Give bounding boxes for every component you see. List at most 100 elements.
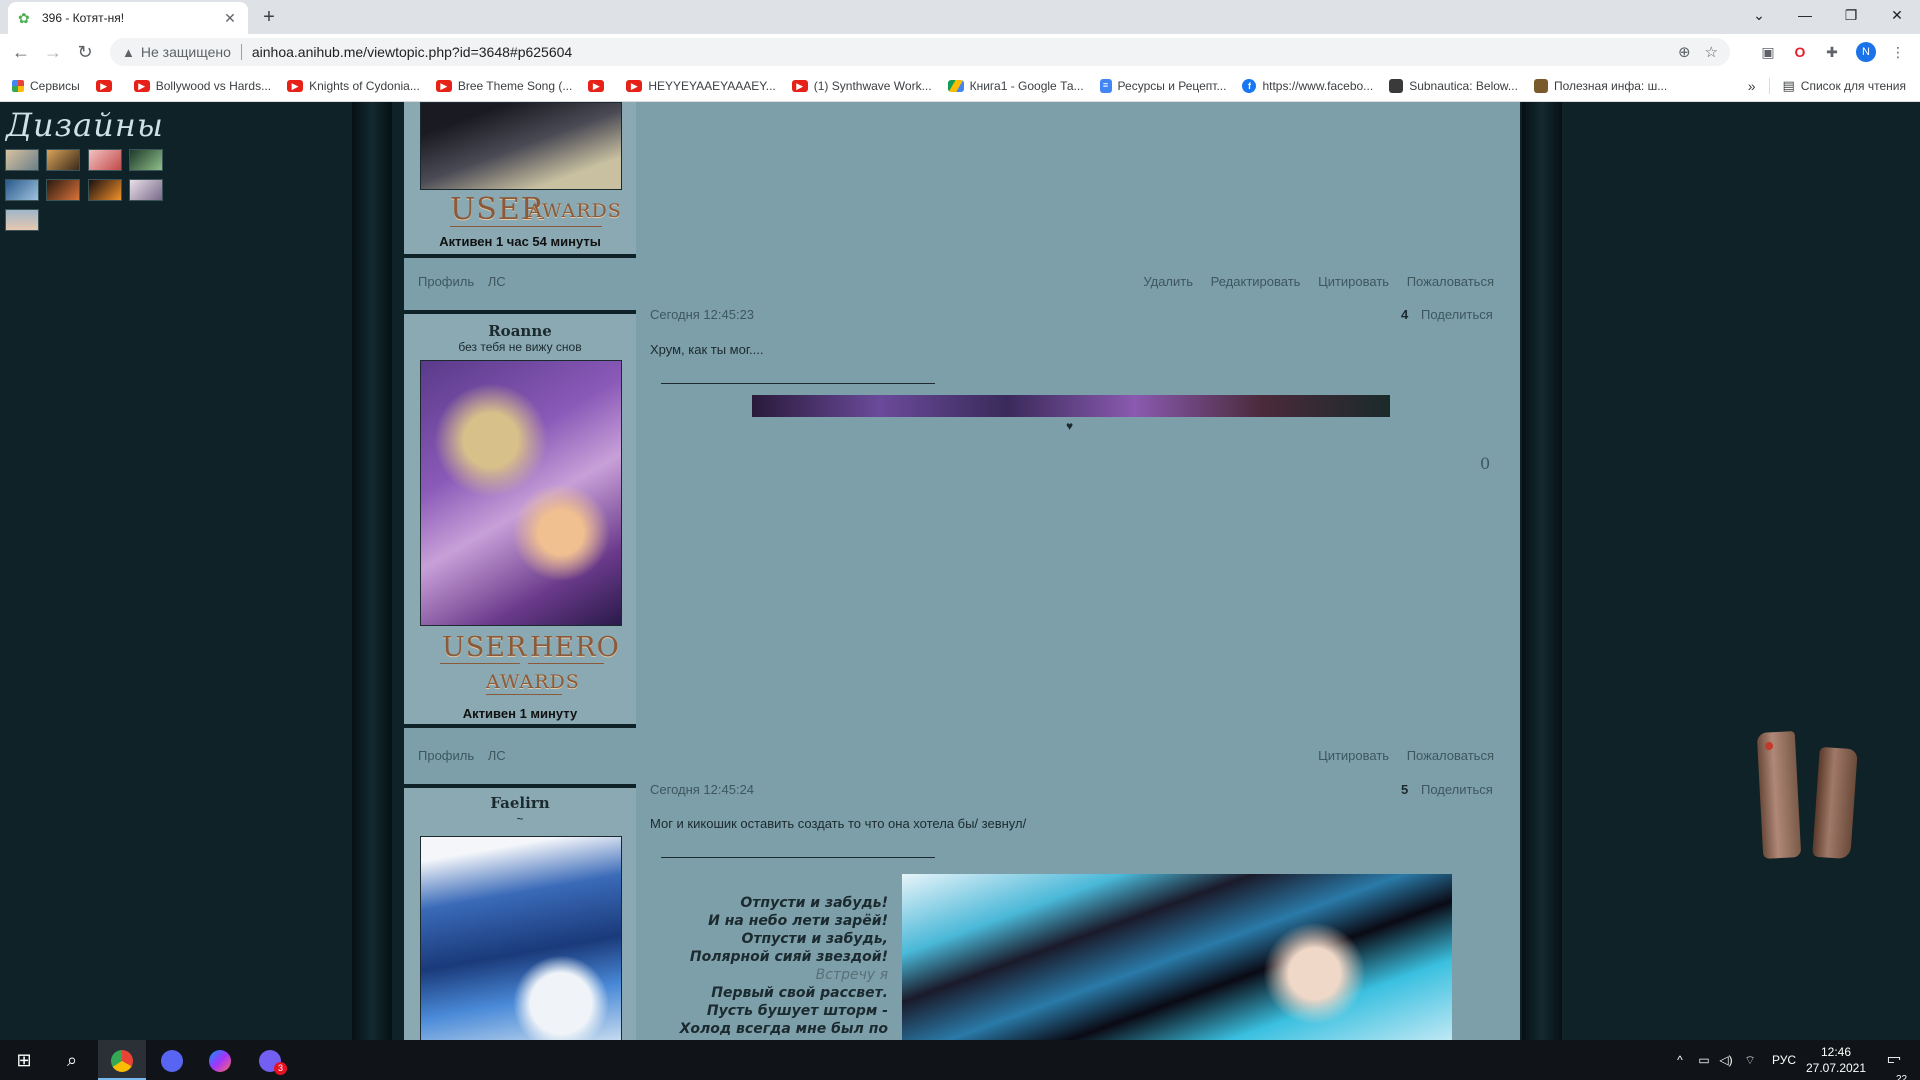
bookmark-item[interactable]: Сервисы — [12, 79, 80, 93]
bookmark-item[interactable]: ▶ — [95, 79, 118, 92]
signature-divider — [661, 857, 935, 858]
post-number[interactable]: 5 — [1401, 782, 1408, 797]
security-label[interactable]: Не защищено — [141, 44, 231, 60]
design-thumbnail[interactable] — [5, 209, 39, 231]
tab-close-icon[interactable]: ✕ — [222, 10, 238, 27]
viber-icon[interactable]: 3 — [246, 1040, 294, 1080]
bookmarks-more-icon[interactable]: » — [1748, 78, 1756, 94]
bookmark-item[interactable]: f https://www.facebo... — [1242, 78, 1373, 93]
network-icon[interactable]: ▭ — [1694, 1040, 1714, 1080]
design-thumbnail[interactable] — [5, 179, 39, 201]
bookmarks-right: » ▤ Список для чтения — [1748, 70, 1906, 102]
post-text: Хрум, как ты мог.... — [650, 342, 764, 357]
volume-icon[interactable]: ◁) — [1716, 1040, 1736, 1080]
chrome-icon[interactable] — [98, 1040, 146, 1080]
zoom-icon[interactable]: ⊕ — [1678, 43, 1691, 61]
design-thumbnail[interactable] — [5, 149, 39, 171]
award-hero[interactable]: HERO — [530, 632, 620, 663]
active-status: Активен 1 час 54 минуты — [439, 234, 601, 249]
new-tab-button[interactable]: + — [258, 6, 280, 28]
user-avatar[interactable] — [420, 360, 622, 626]
decorative-board[interactable] — [1756, 731, 1802, 859]
facebook-icon: f — [1242, 78, 1257, 93]
tab-search-icon[interactable]: ⌄ — [1736, 0, 1782, 34]
reload-icon[interactable]: ↻ — [72, 39, 98, 65]
profile-link[interactable]: Профиль — [418, 274, 474, 289]
bookmark-item[interactable]: ▶ Bollywood vs Hards... — [133, 79, 271, 93]
share-link[interactable]: Поделиться — [1421, 307, 1493, 322]
post-number[interactable]: 4 — [1401, 307, 1408, 322]
address-bar[interactable]: ▲ Не защищено ainhoa.anihub.me/viewtopic… — [110, 38, 1730, 66]
bookmark-item[interactable]: Subnautica: Below... — [1389, 78, 1518, 93]
design-thumbnail[interactable] — [129, 179, 163, 201]
bookmark-item[interactable]: ▶ — [588, 79, 610, 92]
bookmark-star-icon[interactable]: ☆ — [1705, 43, 1718, 61]
reading-list-icon[interactable]: ▤ — [1782, 78, 1794, 94]
bookmark-item[interactable]: ▶ HEYYEYAAEYAAAEY... — [626, 79, 776, 93]
extension-icon[interactable]: ▣ — [1758, 42, 1778, 62]
design-thumbnail[interactable] — [46, 179, 80, 201]
puzzle-icon[interactable]: ✚ — [1822, 42, 1842, 62]
browser-tab[interactable]: ✿ 396 - Котят-ня! ✕ — [8, 2, 248, 34]
clock-time: 12:46 — [1820, 1045, 1852, 1059]
restore-icon[interactable]: ❐ — [1828, 0, 1874, 34]
window-close-icon[interactable]: ✕ — [1874, 0, 1920, 34]
wifi-icon[interactable]: ⌔ — [1740, 1040, 1760, 1080]
quote-link[interactable]: Цитировать — [1318, 748, 1389, 763]
profile-link[interactable]: Профиль — [418, 748, 474, 763]
design-thumbnail[interactable] — [88, 149, 122, 171]
drive-icon — [947, 79, 964, 92]
apps-icon — [12, 79, 24, 92]
minimize-icon[interactable]: — — [1782, 0, 1828, 34]
opera-vpn-icon[interactable]: O — [1790, 42, 1810, 62]
site-favicon-icon: ✿ — [18, 10, 30, 26]
report-link[interactable]: Пожаловаться — [1407, 748, 1494, 763]
url-text[interactable]: ainhoa.anihub.me/viewtopic.php?id=3648#p… — [252, 44, 1664, 60]
search-icon[interactable]: ⌕ — [48, 1040, 96, 1080]
bookmark-item[interactable]: Полезная инфа: ш... — [1533, 78, 1667, 93]
forward-icon[interactable]: → — [40, 39, 66, 65]
windows-start-icon[interactable]: ⊞ — [0, 1040, 48, 1080]
bookmark-item[interactable]: ▶ Bree Theme Song (... — [435, 79, 572, 93]
user-avatar[interactable] — [420, 836, 622, 1040]
clock[interactable]: 12:46 27.07.2021 — [1804, 1040, 1868, 1080]
tray-chevron-icon[interactable]: ^ — [1670, 1040, 1690, 1080]
award-awards[interactable]: AWARDS — [528, 200, 622, 222]
browser-toolbar: ← → ↻ ▲ Не защищено ainhoa.anihub.me/vie… — [0, 34, 1920, 70]
pm-link[interactable]: ЛС — [488, 274, 506, 289]
post-date[interactable]: Сегодня 12:45:23 — [650, 307, 754, 322]
menu-icon[interactable]: ⋮ — [1888, 42, 1908, 62]
share-link[interactable]: Поделиться — [1421, 782, 1493, 797]
site-icon — [1389, 78, 1404, 93]
edit-link[interactable]: Редактировать — [1211, 274, 1301, 289]
design-thumbnail[interactable] — [46, 149, 80, 171]
user-avatar[interactable] — [420, 102, 622, 190]
design-thumbnail[interactable] — [88, 179, 122, 201]
bookmark-item[interactable]: Книга1 - Google Та... — [947, 79, 1084, 93]
messenger-icon[interactable] — [196, 1040, 244, 1080]
award-awards[interactable]: AWARDS — [486, 671, 580, 693]
design-thumbnail[interactable] — [129, 149, 163, 171]
decorative-board[interactable] — [1812, 746, 1858, 860]
bookmark-item[interactable]: ▶ Knights of Cydonia... — [287, 79, 420, 93]
quote-link[interactable]: Цитировать — [1318, 274, 1389, 289]
warning-icon[interactable]: ▲ — [122, 45, 135, 60]
reading-list-link[interactable]: Список для чтения — [1801, 79, 1906, 93]
award-user[interactable]: USER — [442, 632, 527, 663]
notifications-icon[interactable]: ▭ 22 — [1876, 1040, 1912, 1080]
profile-avatar[interactable]: N — [1856, 42, 1876, 62]
delete-link[interactable]: Удалить — [1143, 274, 1193, 289]
bookmark-item[interactable]: ≡ Ресурсы и Рецепт... — [1099, 78, 1226, 93]
award-underline — [440, 663, 520, 664]
username[interactable]: Faelirn — [404, 794, 636, 812]
language-indicator[interactable]: РУС — [1766, 1040, 1802, 1080]
discord-icon[interactable] — [148, 1040, 196, 1080]
back-icon[interactable]: ← — [8, 39, 34, 65]
report-link[interactable]: Пожаловаться — [1407, 274, 1494, 289]
youtube-icon: ▶ — [133, 79, 150, 92]
post-date[interactable]: Сегодня 12:45:24 — [650, 782, 754, 797]
username[interactable]: Roanne — [404, 322, 636, 340]
bookmark-item[interactable]: ▶ (1) Synthwave Work... — [791, 79, 932, 93]
viber-badge: 3 — [274, 1062, 287, 1075]
pm-link[interactable]: ЛС — [488, 748, 506, 763]
